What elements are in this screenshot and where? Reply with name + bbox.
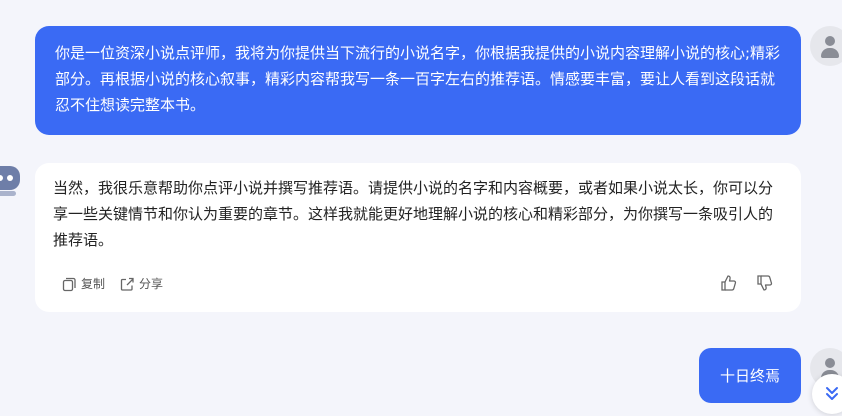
assistant-message-text: 当然，我很乐意帮助你点评小说并撰写推荐语。请提供小说的名字和内容概要，或者如果小… [53,179,774,249]
copy-button[interactable]: 复制 [61,275,105,292]
copy-label: 复制 [81,277,106,291]
user-message-bubble: 你是一位资深小说点评师，我将为你提供当下流行的小说名字，你根据我提供的小说内容理… [35,26,801,135]
user-message-text: 你是一位资深小说点评师，我将为你提供当下流行的小说名字，你根据我提供的小说内容理… [55,44,781,114]
user-avatar [810,26,842,66]
copy-icon [62,277,76,291]
feedback-group [719,273,775,293]
scroll-to-bottom-button[interactable] [812,374,842,414]
assistant-message-card: 当然，我很乐意帮助你点评小说并撰写推荐语。请提供小说的名字和内容概要，或者如果小… [35,163,801,312]
chat-window: 你是一位资深小说点评师，我将为你提供当下流行的小说名字，你根据我提供的小说内容理… [0,0,842,416]
user-followup-text: 十日终焉 [719,367,780,385]
share-icon [120,277,134,291]
message-actions: 复制 分享 [61,275,163,292]
user-followup-bubble: 十日终焉 [699,348,801,403]
thumbs-up-icon[interactable] [719,273,739,293]
thumbs-down-icon[interactable] [755,273,775,293]
share-button[interactable]: 分享 [119,275,163,292]
double-chevron-down-icon [826,387,838,400]
share-label: 分享 [139,277,164,291]
assistant-avatar-icon [0,166,20,196]
